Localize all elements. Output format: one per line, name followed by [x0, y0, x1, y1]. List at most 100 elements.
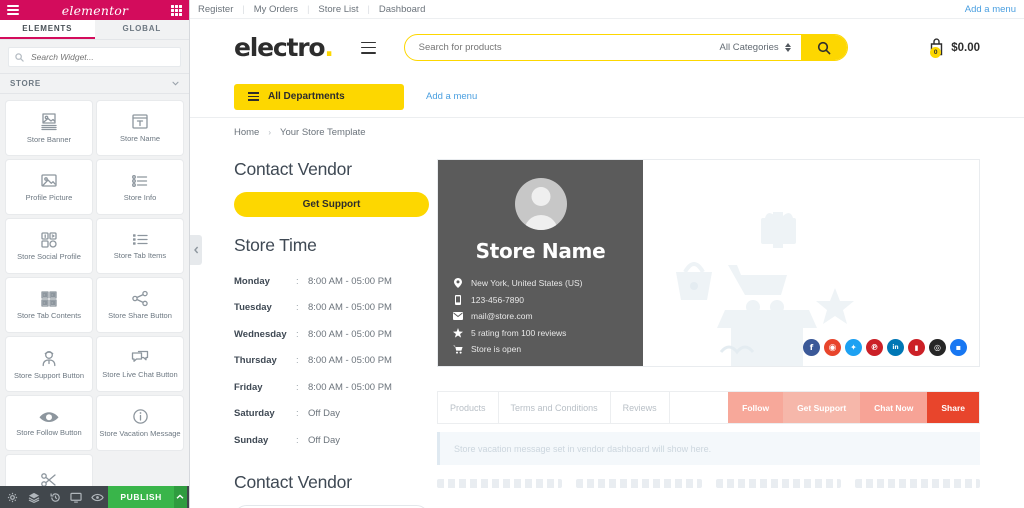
- departments-add-menu-link[interactable]: Add a menu: [426, 91, 477, 102]
- history-icon[interactable]: [45, 486, 66, 508]
- social-links: f ◉ ✦ ℗ in ▮ ◎ ▪: [803, 339, 967, 356]
- all-departments-label: All Departments: [268, 91, 345, 102]
- store-hours-row: Sunday : Off Day: [234, 427, 429, 454]
- left-column: Contact Vendor Get Support Store Time Mo…: [234, 159, 429, 508]
- breadcrumb-separator: ›: [268, 128, 272, 137]
- site-logo[interactable]: electro.: [234, 33, 334, 62]
- search-submit-button[interactable]: [800, 35, 847, 60]
- share-button[interactable]: Share: [927, 392, 979, 423]
- store-profile-card: Store Name New York, United States (US) …: [437, 159, 980, 367]
- social-facebook-icon[interactable]: f: [803, 339, 820, 356]
- get-support-button-2[interactable]: Get Support: [783, 392, 861, 423]
- social-pinterest-icon[interactable]: ℗: [866, 339, 883, 356]
- widget-store-vacation-message[interactable]: Store Vacation Message: [97, 396, 183, 450]
- layers-icon[interactable]: [23, 486, 44, 508]
- hamburger-icon[interactable]: [360, 41, 376, 54]
- get-support-button[interactable]: Get Support: [234, 192, 429, 217]
- store-hours-row: Wednesday : 8:00 AM - 05:00 PM: [234, 321, 429, 348]
- monitor-icon[interactable]: [66, 486, 87, 508]
- logo-dot: .: [324, 33, 334, 62]
- cart-icon: [452, 345, 463, 354]
- store-hours-row: Tuesday : 8:00 AM - 05:00 PM: [234, 295, 429, 322]
- search-input[interactable]: [404, 35, 720, 60]
- username-field[interactable]: username: [234, 504, 429, 508]
- social-flipboard-icon[interactable]: ▪: [950, 339, 967, 356]
- tab-global[interactable]: GLOBAL: [94, 20, 189, 39]
- widget-store-social-profile[interactable]: Store Social Profile: [6, 219, 92, 273]
- placeholder-bar: [437, 479, 563, 488]
- scissors-icon: [41, 472, 56, 486]
- breadcrumb-home[interactable]: Home: [234, 127, 259, 138]
- topbar-link-my-orders[interactable]: My Orders: [254, 4, 298, 15]
- store-card-left: Store Name New York, United States (US) …: [438, 160, 643, 366]
- panel-collapse-handle[interactable]: [190, 235, 202, 265]
- social-grid-icon: [41, 232, 57, 248]
- tab-terms-and-conditions[interactable]: Terms and Conditions: [499, 392, 611, 423]
- tab-products[interactable]: Products: [438, 392, 499, 423]
- category-store-header[interactable]: STORE: [0, 73, 189, 94]
- day-label: Monday: [234, 275, 270, 287]
- social-linkedin-icon[interactable]: in: [887, 339, 904, 356]
- placeholder-bar: [715, 479, 841, 488]
- image-icon: [41, 174, 57, 187]
- cart-widget[interactable]: 0 $0.00: [928, 38, 980, 58]
- search-icon: [15, 53, 24, 62]
- topbar-add-menu-link[interactable]: Add a menu: [965, 4, 1016, 15]
- store-info-row: 123-456-7890: [452, 292, 629, 309]
- widget-label: Store Vacation Message: [99, 429, 181, 439]
- social-twitter-icon[interactable]: ✦: [845, 339, 862, 356]
- day-label: Tuesday: [234, 302, 272, 314]
- day-label: Thursday: [234, 355, 277, 367]
- time-value: Off Day: [308, 408, 341, 420]
- page-content: Contact Vendor Get Support Store Time Mo…: [190, 147, 1024, 508]
- placeholder-bar: [576, 479, 702, 488]
- topbar-link-store-list[interactable]: Store List: [318, 4, 358, 15]
- widget-label: Store Share Button: [108, 311, 172, 321]
- day-label: Sunday: [234, 434, 269, 446]
- chevron-left-icon: [193, 246, 198, 254]
- eye-icon[interactable]: [87, 486, 108, 508]
- widget-store-share-button[interactable]: Store Share Button: [97, 278, 183, 332]
- text-box-icon: [132, 114, 148, 129]
- publish-button[interactable]: PUBLISH: [108, 486, 174, 508]
- social-instagram-icon[interactable]: ◎: [929, 339, 946, 356]
- publish-options-button[interactable]: [173, 486, 188, 508]
- grid-icon[interactable]: [170, 4, 182, 16]
- store-name: Store Name: [475, 239, 606, 263]
- colon: :: [296, 381, 299, 393]
- widget-label: Store Name: [119, 134, 161, 144]
- category-select[interactable]: All Categories: [720, 42, 801, 53]
- store-hours-row: Saturday : Off Day: [234, 401, 429, 428]
- search-widget-box[interactable]: [8, 47, 181, 67]
- all-departments-button[interactable]: All Departments: [234, 83, 404, 110]
- widget-store-name[interactable]: Store Name: [97, 101, 183, 155]
- eye-icon: [39, 411, 59, 422]
- hamburger-icon[interactable]: [7, 5, 19, 15]
- widget-store-support-button[interactable]: Store Support Button: [6, 337, 92, 391]
- widget-store-follow-button[interactable]: Store Follow Button: [6, 396, 92, 450]
- cart-amount: $0.00: [951, 41, 980, 54]
- topbar-link-register[interactable]: Register: [198, 4, 233, 15]
- gear-icon[interactable]: [2, 486, 23, 508]
- social-flickr-icon[interactable]: ◉: [824, 339, 841, 356]
- tab-elements[interactable]: ELEMENTS: [0, 20, 95, 39]
- social-youtube-icon[interactable]: ▮: [908, 339, 925, 356]
- phone-icon: [452, 294, 463, 305]
- four-boxes-icon: [41, 291, 57, 307]
- widget-store-info[interactable]: Store Info: [97, 160, 183, 214]
- chat-now-button[interactable]: Chat Now: [860, 392, 928, 423]
- shop-header: electro. All Categories 0 $0.: [190, 19, 1024, 76]
- search-widget-input[interactable]: [29, 51, 180, 63]
- store-hours-row: Friday : 8:00 AM - 05:00 PM: [234, 374, 429, 401]
- widget-store-tab-contents[interactable]: Store Tab Contents: [6, 278, 92, 332]
- follow-button[interactable]: Follow: [728, 392, 784, 423]
- widget-scissors[interactable]: [6, 455, 92, 486]
- tab-reviews[interactable]: Reviews: [611, 392, 670, 423]
- widget-profile-picture[interactable]: Profile Picture: [6, 160, 92, 214]
- site-topbar: Register | My Orders | Store List | Dash…: [190, 0, 1024, 19]
- widget-store-live-chat-button[interactable]: Store Live Chat Button: [97, 337, 183, 391]
- widget-store-banner[interactable]: Store Banner: [6, 101, 92, 155]
- placeholder-bar: [854, 479, 980, 488]
- topbar-link-dashboard[interactable]: Dashboard: [379, 4, 425, 15]
- widget-store-tab-items[interactable]: Store Tab Items: [97, 219, 183, 273]
